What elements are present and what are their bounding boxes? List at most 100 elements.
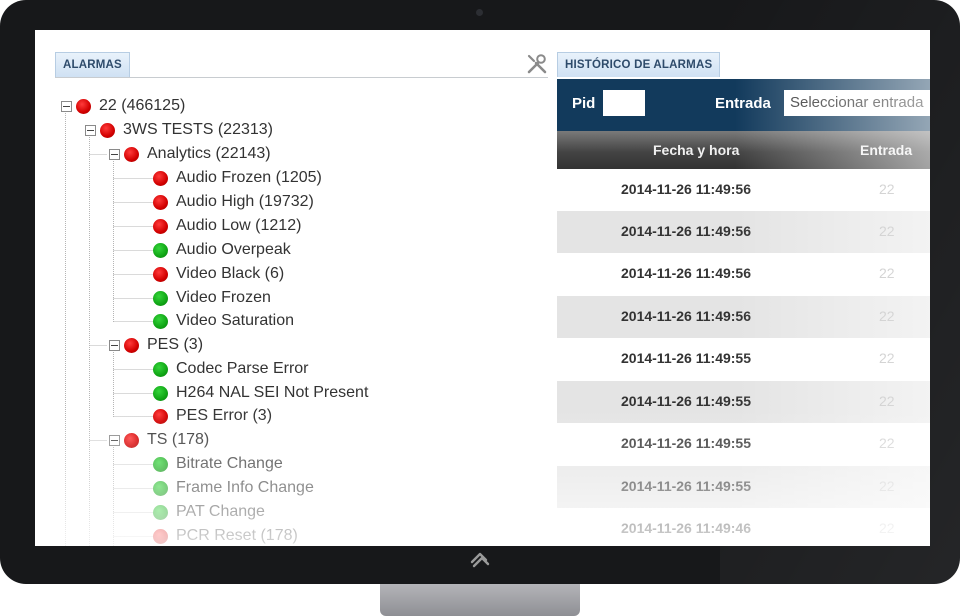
cell-entrada: 22: [879, 435, 895, 451]
history-panel: HISTÓRICO DE ALARMAS Pid Entrada Selecci…: [557, 30, 930, 546]
tree-node[interactable]: 22 (466125): [61, 95, 185, 117]
cell-fecha: 2014-11-26 11:49:56: [621, 265, 751, 281]
table-row[interactable]: 2014-11-26 11:49:46 22: [557, 508, 930, 546]
cell-entrada: 22: [879, 393, 895, 409]
tree-node-label: PES (3): [147, 336, 204, 353]
tree-leaf[interactable]: Bitrate Change: [153, 453, 283, 475]
collapse-icon[interactable]: [109, 148, 120, 160]
tree-leaf[interactable]: PCR Reset (178): [153, 525, 298, 546]
tree-node-label: PES Error (3): [176, 407, 273, 424]
status-red-icon: [124, 432, 139, 448]
tree-node-label: Frame Info Change: [176, 479, 314, 496]
tree-leaf[interactable]: PES Error (3): [153, 405, 272, 427]
tree-node-label: PCR Reset (178): [176, 527, 298, 544]
collapse-icon[interactable]: [85, 124, 96, 136]
status-red-icon: [76, 98, 91, 114]
tree-leaf[interactable]: Video Saturation: [153, 310, 294, 332]
status-green-icon: [153, 313, 168, 329]
status-green-icon: [153, 385, 168, 401]
tree-node-label: Video Frozen: [176, 289, 271, 306]
status-green-icon: [153, 361, 168, 377]
tree-node-label: PAT Change: [176, 503, 265, 520]
status-red-icon: [153, 218, 168, 234]
tree-node[interactable]: Analytics (22143): [109, 143, 271, 165]
tree-leaf[interactable]: Video Black (6): [153, 263, 284, 285]
cell-fecha: 2014-11-26 11:49:46: [621, 520, 751, 536]
status-red-icon: [153, 408, 168, 424]
cell-entrada: 22: [879, 181, 895, 197]
cell-fecha: 2014-11-26 11:49:55: [621, 478, 751, 494]
tree-node[interactable]: 3WS TESTS (22313): [85, 119, 273, 141]
monitor-frame: ALARMAS 22 (466125) 3WS TESTS (22313) An…: [0, 0, 960, 584]
tree-node-label: Codec Parse Error: [176, 360, 309, 377]
status-red-icon: [153, 194, 168, 210]
tab-historico[interactable]: HISTÓRICO DE ALARMAS: [557, 52, 721, 77]
tree-leaf[interactable]: Audio Low (1212): [153, 215, 301, 237]
table-row[interactable]: 2014-11-26 11:49:56 22: [557, 253, 930, 295]
tree-leaf[interactable]: H264 NAL SEI Not Present: [153, 382, 368, 404]
tree-node-label: 22 (466125): [99, 97, 186, 114]
status-green-icon: [153, 290, 168, 306]
alarms-panel: ALARMAS 22 (466125) 3WS TESTS (22313) An…: [35, 30, 550, 546]
entrada-select[interactable]: Seleccionar entrada: [784, 90, 930, 116]
tree-leaf[interactable]: Codec Parse Error: [153, 358, 309, 380]
cell-entrada: 22: [879, 350, 895, 366]
tree-node-label: Audio Overpeak: [176, 241, 291, 258]
tree-node-label: H264 NAL SEI Not Present: [176, 384, 369, 401]
status-red-icon: [153, 528, 168, 544]
tree-node-label: Bitrate Change: [176, 455, 283, 472]
status-red-icon: [100, 122, 115, 138]
status-green-icon: [153, 456, 168, 472]
status-green-icon: [153, 242, 168, 258]
table-row[interactable]: 2014-11-26 11:49:56 22: [557, 211, 930, 253]
tree-node-label: Audio Low (1212): [176, 217, 302, 234]
table-row[interactable]: 2014-11-26 11:49:55 22: [557, 466, 930, 508]
tree-leaf[interactable]: PAT Change: [153, 501, 265, 523]
tree-node-label: Video Black (6): [176, 265, 285, 282]
filter-bar: Pid Entrada Seleccionar entrada: [557, 79, 930, 131]
table-header: Fecha y hora Entrada: [557, 131, 930, 169]
collapse-icon[interactable]: [109, 339, 120, 351]
cell-entrada: 22: [879, 478, 895, 494]
table-row[interactable]: 2014-11-26 11:49:56 22: [557, 169, 930, 211]
column-header-entrada[interactable]: Entrada: [860, 142, 912, 158]
cell-fecha: 2014-11-26 11:49:56: [621, 308, 751, 324]
cell-fecha: 2014-11-26 11:49:56: [621, 181, 751, 197]
entrada-label: Entrada: [715, 95, 771, 112]
table-row[interactable]: 2014-11-26 11:49:55 22: [557, 423, 930, 465]
logo-icon: [470, 552, 490, 568]
tree-leaf[interactable]: Audio High (19732): [153, 191, 314, 213]
tree-leaf[interactable]: Video Frozen: [153, 287, 271, 309]
cell-fecha: 2014-11-26 11:49:55: [621, 435, 751, 451]
monitor-stand: [380, 580, 580, 616]
tree-node-label: Audio High (19732): [176, 193, 314, 210]
tree-leaf[interactable]: Audio Frozen (1205): [153, 167, 322, 189]
status-green-icon: [153, 504, 168, 520]
table-row[interactable]: 2014-11-26 11:49:56 22: [557, 296, 930, 338]
collapse-icon[interactable]: [61, 100, 72, 112]
tree-node-label: TS (178): [147, 431, 210, 448]
cell-entrada: 22: [879, 223, 895, 239]
status-red-icon: [124, 337, 139, 353]
screen: ALARMAS 22 (466125) 3WS TESTS (22313) An…: [35, 30, 930, 546]
status-red-icon: [153, 170, 168, 186]
cell-fecha: 2014-11-26 11:49:55: [621, 393, 751, 409]
status-red-icon: [124, 146, 139, 162]
tree-leaf[interactable]: Frame Info Change: [153, 477, 314, 499]
tree-node[interactable]: PES (3): [109, 334, 203, 356]
tree-node-label: Audio Frozen (1205): [176, 169, 322, 186]
pid-input[interactable]: [603, 90, 645, 116]
tree-node[interactable]: TS (178): [109, 429, 209, 451]
pid-label: Pid: [572, 95, 596, 112]
cell-entrada: 22: [879, 308, 895, 324]
table-row[interactable]: 2014-11-26 11:49:55 22: [557, 381, 930, 423]
column-header-fecha[interactable]: Fecha y hora: [653, 142, 739, 158]
cell-fecha: 2014-11-26 11:49:56: [621, 223, 751, 239]
table-row[interactable]: 2014-11-26 11:49:55 22: [557, 338, 930, 380]
tree-leaf[interactable]: Audio Overpeak: [153, 239, 291, 261]
tree-node-label: Video Saturation: [176, 312, 295, 329]
collapse-icon[interactable]: [109, 434, 120, 446]
cell-entrada: 22: [879, 265, 895, 281]
status-green-icon: [153, 480, 168, 496]
tree-node-label: 3WS TESTS (22313): [123, 121, 273, 138]
